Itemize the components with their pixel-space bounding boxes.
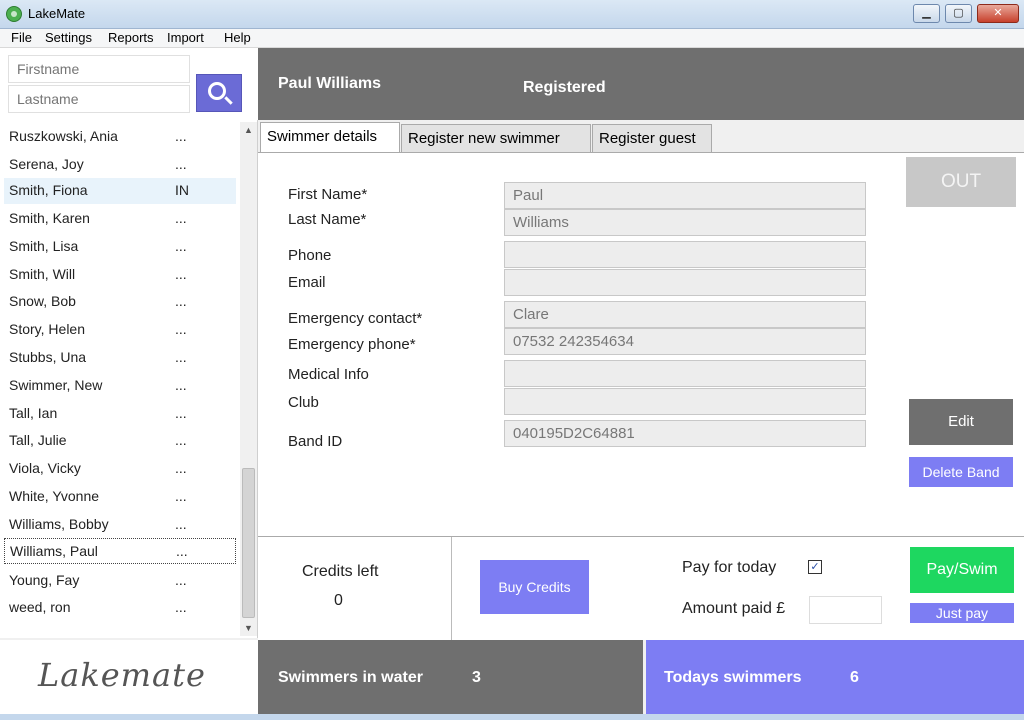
medical-info-label: Medical Info — [288, 366, 369, 383]
emergency-contact-label: Emergency contact* — [288, 310, 423, 327]
logo-panel: Lakemate — [0, 640, 258, 714]
list-item[interactable]: Tall, Ian... — [4, 401, 236, 427]
lastname-input[interactable] — [8, 85, 190, 113]
band-id-label: Band ID — [288, 433, 343, 450]
swimmer-list[interactable]: Ruszkowski, Ania... Serena, Joy... Smith… — [0, 120, 258, 638]
last-name-field[interactable]: Williams — [504, 209, 866, 236]
swimmers-in-water-panel: Swimmers in water 3 — [258, 640, 643, 714]
medical-info-field[interactable] — [504, 360, 866, 387]
list-item[interactable]: Smith, Fiona IN — [4, 178, 236, 204]
menu-bar: File Settings Reports Import Help — [0, 29, 1024, 48]
scroll-thumb[interactable] — [242, 468, 255, 618]
first-name-field[interactable]: Paul — [504, 182, 866, 209]
buy-credits-button[interactable]: Buy Credits — [480, 560, 589, 614]
phone-field[interactable] — [504, 241, 866, 268]
list-item[interactable]: Smith, Lisa... — [4, 234, 236, 260]
divider — [451, 537, 452, 641]
credits-left-label: Credits left — [302, 563, 379, 580]
swimmer-details-panel: First Name* Paul Last Name* Williams Pho… — [258, 152, 1024, 536]
first-name-label: First Name* — [288, 186, 368, 203]
app-icon — [6, 6, 22, 22]
list-item[interactable]: Ruszkowski, Ania... — [4, 124, 236, 150]
tab-register-new-swimmer[interactable]: Register new swimmer — [401, 124, 591, 153]
list-item[interactable]: Smith, Karen... — [4, 206, 236, 232]
swimmer-header: Paul Williams Registered — [258, 48, 1024, 120]
list-item[interactable]: Serena, Joy... — [4, 152, 236, 178]
band-id-field[interactable]: 040195D2C64881 — [504, 420, 866, 447]
scroll-down-icon[interactable]: ▼ — [240, 620, 257, 636]
window-bottom-border — [0, 714, 1024, 720]
emergency-phone-field[interactable]: 07532 242354634 — [504, 328, 866, 355]
list-scrollbar[interactable]: ▲ ▼ — [240, 122, 257, 636]
title-bar: LakeMate ▁ ▢ ✕ — [0, 0, 1024, 29]
list-item[interactable]: weed, ron... — [4, 595, 236, 621]
todays-swimmers-label: Todays swimmers — [664, 669, 802, 686]
list-item[interactable]: Young, Fay... — [4, 568, 236, 594]
search-icon — [208, 82, 226, 100]
pay-swim-button[interactable]: Pay/Swim — [910, 547, 1014, 593]
delete-band-button[interactable]: Delete Band — [909, 457, 1013, 487]
emergency-phone-label: Emergency phone* — [288, 336, 416, 353]
amount-paid-input[interactable] — [809, 596, 882, 624]
tab-register-guest[interactable]: Register guest — [592, 124, 712, 153]
app-logo: Lakemate — [38, 656, 206, 694]
swimmer-name: Paul Williams — [278, 75, 381, 92]
emergency-contact-field[interactable]: Clare — [504, 301, 866, 328]
credits-left-value: 0 — [334, 592, 343, 609]
list-item[interactable]: Swimmer, New... — [4, 373, 236, 399]
menu-help[interactable]: Help — [224, 30, 251, 45]
just-pay-button[interactable]: Just pay — [910, 603, 1014, 623]
swimmers-in-water-count: 3 — [472, 669, 481, 686]
pay-for-today-checkbox[interactable]: ✓ — [808, 560, 822, 574]
out-button[interactable]: OUT — [906, 157, 1016, 207]
close-button[interactable]: ✕ — [977, 4, 1019, 23]
list-item[interactable]: Tall, Julie... — [4, 428, 236, 454]
payment-panel: Credits left 0 Buy Credits Pay for today… — [258, 536, 1024, 641]
menu-settings[interactable]: Settings — [45, 30, 92, 45]
list-item[interactable]: Williams, Bobby... — [4, 512, 236, 538]
last-name-label: Last Name* — [288, 211, 367, 228]
menu-import[interactable]: Import — [167, 30, 204, 45]
todays-swimmers-count: 6 — [850, 669, 859, 686]
pay-for-today-label: Pay for today — [682, 559, 777, 576]
tab-strip: Swimmer details Register new swimmer Reg… — [258, 120, 1024, 154]
amount-paid-label: Amount paid £ — [682, 600, 786, 617]
menu-reports[interactable]: Reports — [108, 30, 154, 45]
maximize-button[interactable]: ▢ — [945, 4, 972, 23]
registration-status: Registered — [523, 79, 606, 96]
club-label: Club — [288, 394, 319, 411]
menu-file[interactable]: File — [11, 30, 32, 45]
list-item[interactable]: Smith, Will... — [4, 262, 236, 288]
list-item-selected[interactable]: Williams, Paul... — [4, 538, 236, 564]
minimize-button[interactable]: ▁ — [913, 4, 940, 23]
phone-label: Phone — [288, 247, 332, 264]
list-item[interactable]: White, Yvonne... — [4, 484, 236, 510]
swimmers-in-water-label: Swimmers in water — [278, 669, 423, 686]
todays-swimmers-panel: Todays swimmers 6 — [646, 640, 1024, 714]
list-item[interactable]: Stubbs, Una... — [4, 345, 236, 371]
list-item[interactable]: Story, Helen... — [4, 317, 236, 343]
firstname-input[interactable] — [8, 55, 190, 83]
scroll-up-icon[interactable]: ▲ — [240, 122, 257, 138]
app-window: LakeMate ▁ ▢ ✕ File Settings Reports Imp… — [0, 0, 1024, 720]
tab-swimmer-details[interactable]: Swimmer details — [260, 122, 400, 154]
edit-button[interactable]: Edit — [909, 399, 1013, 445]
window-title: LakeMate — [28, 6, 86, 21]
search-button[interactable] — [196, 74, 242, 112]
list-item[interactable]: Snow, Bob... — [4, 289, 236, 315]
email-field[interactable] — [504, 269, 866, 296]
email-label: Email — [288, 274, 326, 291]
list-item[interactable]: Viola, Vicky... — [4, 456, 236, 482]
club-field[interactable] — [504, 388, 866, 415]
